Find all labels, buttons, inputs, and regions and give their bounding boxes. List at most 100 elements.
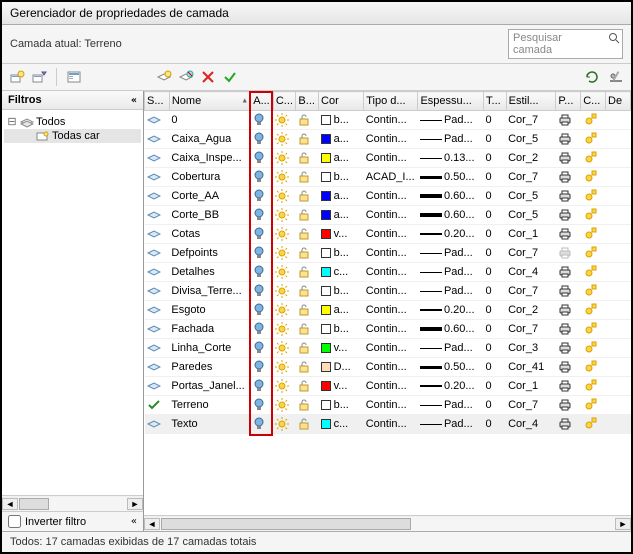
table-row[interactable]: Detalhes c...Contin...Pad...0Cor_4	[145, 263, 631, 282]
col-linetype[interactable]: Tipo d...	[364, 92, 418, 111]
col-on[interactable]: A...	[251, 92, 274, 111]
trans-cell[interactable]: 0	[484, 282, 507, 301]
on-cell[interactable]	[251, 358, 274, 377]
on-cell[interactable]	[251, 301, 274, 320]
newvp-cell[interactable]	[581, 130, 606, 149]
on-cell[interactable]	[251, 206, 274, 225]
freeze-cell[interactable]	[273, 339, 296, 358]
plot-cell[interactable]	[556, 301, 581, 320]
newvp-cell[interactable]	[581, 206, 606, 225]
linetype-cell[interactable]: Contin...	[364, 301, 418, 320]
name-cell[interactable]: Terreno	[169, 396, 250, 415]
desc-cell[interactable]	[606, 187, 631, 206]
color-cell[interactable]: b...	[319, 111, 364, 130]
freeze-cell[interactable]	[273, 187, 296, 206]
plot-cell[interactable]	[556, 358, 581, 377]
status-cell[interactable]	[145, 282, 170, 301]
color-cell[interactable]: b...	[319, 320, 364, 339]
linetype-cell[interactable]: Contin...	[364, 244, 418, 263]
desc-cell[interactable]	[606, 225, 631, 244]
color-cell[interactable]: b...	[319, 168, 364, 187]
on-cell[interactable]	[251, 187, 274, 206]
newvp-cell[interactable]	[581, 339, 606, 358]
lineweight-cell[interactable]: 0.13...	[418, 149, 484, 168]
lineweight-cell[interactable]: Pad...	[418, 111, 484, 130]
color-cell[interactable]: v...	[319, 339, 364, 358]
name-cell[interactable]: Corte_BB	[169, 206, 250, 225]
status-cell[interactable]	[145, 168, 170, 187]
linetype-cell[interactable]: Contin...	[364, 225, 418, 244]
lock-cell[interactable]	[296, 282, 319, 301]
on-cell[interactable]	[251, 396, 274, 415]
pstyle-cell[interactable]: Cor_5	[506, 130, 556, 149]
set-current-icon[interactable]	[221, 68, 239, 86]
color-cell[interactable]: D...	[319, 358, 364, 377]
linetype-cell[interactable]: Contin...	[364, 149, 418, 168]
table-row[interactable]: Esgoto a...Contin...0.20...0Cor_2	[145, 301, 631, 320]
table-row[interactable]: Portas_Janel... v...Contin...0.20...0Cor…	[145, 377, 631, 396]
lineweight-cell[interactable]: 0.50...	[418, 358, 484, 377]
tree-hscroll[interactable]: ◄►	[2, 495, 143, 511]
pstyle-cell[interactable]: Cor_7	[506, 396, 556, 415]
desc-cell[interactable]	[606, 415, 631, 434]
trans-cell[interactable]: 0	[484, 111, 507, 130]
trans-cell[interactable]: 0	[484, 168, 507, 187]
color-cell[interactable]: a...	[319, 149, 364, 168]
color-cell[interactable]: c...	[319, 263, 364, 282]
linetype-cell[interactable]: Contin...	[364, 339, 418, 358]
pstyle-cell[interactable]: Cor_4	[506, 263, 556, 282]
status-cell[interactable]	[145, 339, 170, 358]
lock-cell[interactable]	[296, 377, 319, 396]
lock-cell[interactable]	[296, 244, 319, 263]
color-cell[interactable]: a...	[319, 301, 364, 320]
newvp-cell[interactable]	[581, 244, 606, 263]
table-row[interactable]: Corte_BB a...Contin...0.60...0Cor_5	[145, 206, 631, 225]
freeze-cell[interactable]	[273, 415, 296, 434]
name-cell[interactable]: Caixa_Inspe...	[169, 149, 250, 168]
linetype-cell[interactable]: Contin...	[364, 320, 418, 339]
col-lineweight[interactable]: Espessu...	[418, 92, 484, 111]
name-cell[interactable]: Cotas	[169, 225, 250, 244]
plot-cell[interactable]	[556, 415, 581, 434]
pstyle-cell[interactable]: Cor_7	[506, 244, 556, 263]
trans-cell[interactable]: 0	[484, 320, 507, 339]
freeze-cell[interactable]	[273, 301, 296, 320]
collapse-node-icon[interactable]: ⊟	[6, 115, 18, 128]
name-cell[interactable]: Linha_Corte	[169, 339, 250, 358]
table-row[interactable]: Caixa_Inspe... a...Contin...0.13...0Cor_…	[145, 149, 631, 168]
lock-cell[interactable]	[296, 130, 319, 149]
freeze-cell[interactable]	[273, 130, 296, 149]
plot-cell[interactable]	[556, 168, 581, 187]
col-plot[interactable]: P...	[556, 92, 581, 111]
status-cell[interactable]	[145, 130, 170, 149]
freeze-cell[interactable]	[273, 263, 296, 282]
lineweight-cell[interactable]: Pad...	[418, 339, 484, 358]
trans-cell[interactable]: 0	[484, 187, 507, 206]
plot-cell[interactable]	[556, 111, 581, 130]
delete-layer-icon[interactable]	[199, 68, 217, 86]
on-cell[interactable]	[251, 282, 274, 301]
on-cell[interactable]	[251, 244, 274, 263]
color-cell[interactable]: v...	[319, 377, 364, 396]
newvp-cell[interactable]	[581, 415, 606, 434]
desc-cell[interactable]	[606, 149, 631, 168]
plot-cell[interactable]	[556, 187, 581, 206]
table-row[interactable]: Linha_Corte v...Contin...Pad...0Cor_3	[145, 339, 631, 358]
lineweight-cell[interactable]: 0.60...	[418, 187, 484, 206]
freeze-cell[interactable]	[273, 225, 296, 244]
layer-table[interactable]: S... Nome A... C... B... Cor Tipo d... E…	[144, 91, 631, 434]
name-cell[interactable]: Defpoints	[169, 244, 250, 263]
lineweight-cell[interactable]: Pad...	[418, 415, 484, 434]
plot-cell[interactable]	[556, 263, 581, 282]
name-cell[interactable]: Caixa_Agua	[169, 130, 250, 149]
table-row[interactable]: Fachada b...Contin...0.60...0Cor_7	[145, 320, 631, 339]
name-cell[interactable]: 0	[169, 111, 250, 130]
pstyle-cell[interactable]: Cor_7	[506, 111, 556, 130]
col-new[interactable]: C...	[581, 92, 606, 111]
lineweight-cell[interactable]: Pad...	[418, 263, 484, 282]
trans-cell[interactable]: 0	[484, 377, 507, 396]
freeze-cell[interactable]	[273, 396, 296, 415]
trans-cell[interactable]: 0	[484, 415, 507, 434]
trans-cell[interactable]: 0	[484, 225, 507, 244]
on-cell[interactable]	[251, 263, 274, 282]
